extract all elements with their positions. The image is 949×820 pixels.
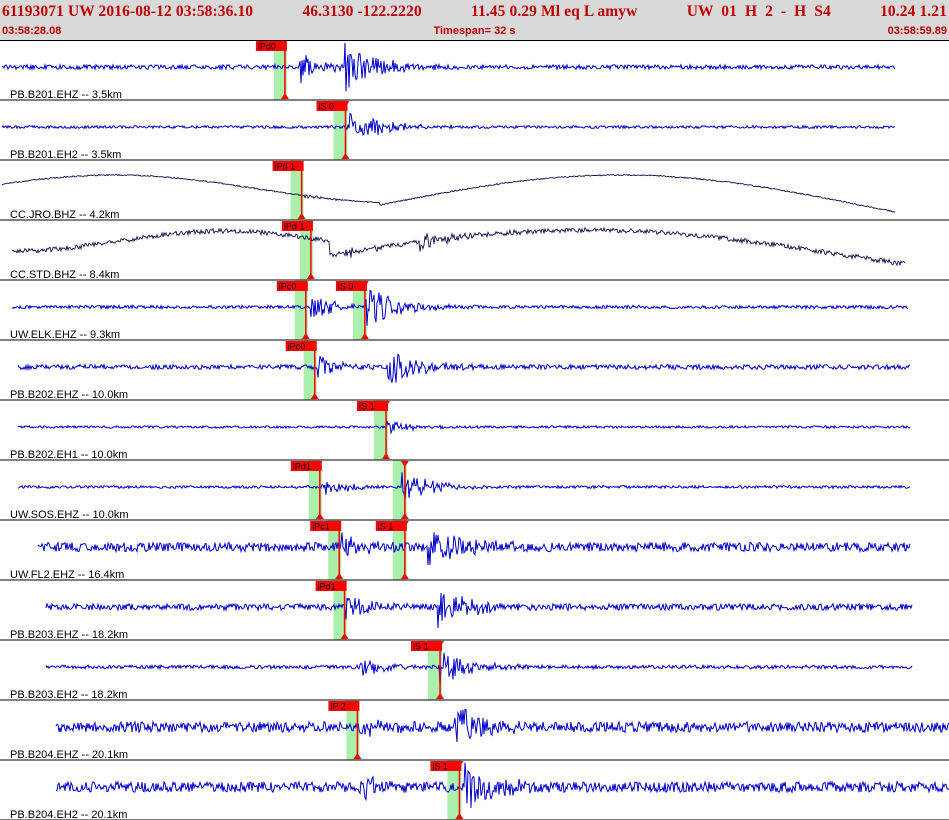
summary-field: 0.29 [509, 3, 538, 20]
summary-field: 1.21 [919, 3, 947, 20]
waveform-trace [45, 652, 913, 686]
waveform-trace [55, 708, 949, 743]
pick-label: iPc1 [312, 522, 330, 532]
summary-field: 2 [765, 3, 773, 20]
waveform-trace [37, 532, 911, 566]
trace-row[interactable]: iS 0 PB.B201.EH2 -- 3.5km [1, 100, 896, 161]
waveform-trace [1, 173, 896, 213]
summary-field: Ml [541, 3, 561, 20]
waveform-trace [55, 762, 949, 809]
summary-field: S4 [814, 3, 831, 20]
waveform-trace [1, 112, 896, 136]
pick-label: iS 1 [359, 402, 375, 412]
trace-row[interactable]: iPc0 PB.B202.EHZ -- 10.0km [10, 340, 911, 401]
trace-row[interactable]: iS 1 PB.B202.EH1 -- 10.0km [10, 400, 911, 461]
trace-row[interactable]: iPd1 PB.B203.EHZ -- 18.2km [10, 580, 913, 641]
summary-group: 46.3130 -122.2220 [302, 3, 421, 21]
pick-label: iS 0 [319, 102, 335, 112]
pick-label: iPd 1 [275, 162, 296, 172]
waveform-trace [11, 226, 906, 267]
summary-field: 46.3130 [302, 3, 354, 20]
summary-group: 11.45 0.29 Ml eq L amyw [471, 3, 637, 21]
summary-field: H [744, 3, 758, 20]
station-label: PB.B201.EHZ -- 3.5km [10, 89, 122, 101]
summary-field: 03:58:36.10 [175, 3, 254, 20]
summary-field: eq [564, 3, 580, 20]
summary-group: 61193071 UW 2016-08-12 03:58:36.10 [2, 3, 253, 21]
summary-field: 2016-08-12 [98, 3, 172, 20]
trace-row[interactable]: iPd0 PB.B201.EHZ -- 3.5km [1, 40, 896, 101]
pick-label: iPd 1 [284, 222, 305, 232]
pick-label: iS 0 [338, 282, 354, 292]
end-time: 03:58:59.89 [887, 25, 947, 37]
pick-label: iS 1 [413, 642, 429, 652]
summary-field: amyw [597, 3, 638, 20]
station-label: CC.STD.BHZ -- 8.4km [10, 269, 119, 281]
pick-label: iS 1 [432, 762, 448, 772]
waveform-trace [11, 289, 909, 326]
waveform-trace [17, 421, 911, 435]
pick-label: iPd1 [318, 582, 336, 592]
station-label: PB.B201.EH2 -- 3.5km [10, 149, 121, 161]
summary-field: - [780, 3, 787, 20]
pick-label: iS 1 [378, 522, 394, 532]
summary-field: 61193071 [2, 3, 64, 20]
station-label: PB.B202.EHZ -- 10.0km [10, 389, 128, 401]
timespan-label: Timespan= 32 s [433, 25, 516, 37]
event-summary-line: 61193071 UW 2016-08-12 03:58:36.10 46.313… [2, 1, 947, 23]
summary-field: -122.2220 [357, 3, 422, 20]
pick-label: iPd0 [258, 42, 276, 52]
trace-row[interactable]: iPc1 iS 1 UW.FL2.EHZ -- 16.4km [10, 520, 911, 581]
trace-row[interactable]: iPd 1 CC.JRO.BHZ -- 4.2km [1, 160, 896, 221]
pick-label: iPd1 [293, 462, 311, 472]
station-label: PB.B202.EH1 -- 10.0km [10, 449, 127, 461]
summary-field: UW [686, 3, 714, 20]
seismogram-viewer: 61193071 UW 2016-08-12 03:58:36.10 46.313… [0, 0, 949, 820]
station-label: UW.FL2.EHZ -- 16.4km [10, 569, 124, 581]
summary-field: H [794, 3, 807, 20]
station-label: PB.B203.EH2 -- 18.2km [10, 689, 127, 701]
trace-row[interactable]: iPd 1 CC.STD.BHZ -- 8.4km [10, 220, 906, 281]
station-label: UW.ELK.EHZ -- 9.3km [10, 329, 120, 341]
pick-label: iPc0 [279, 282, 297, 292]
station-label: PB.B203.EHZ -- 18.2km [10, 629, 128, 641]
station-label: CC.JRO.BHZ -- 4.2km [10, 209, 119, 221]
trace-row[interactable]: iPd1 UW.SOS.EHZ -- 10.0km [10, 460, 911, 521]
trace-row[interactable]: iP 2 PB.B204.EHZ -- 20.1km [10, 700, 949, 761]
summary-group: UW 01 H 2 - H S4 [687, 3, 831, 21]
station-label: UW.SOS.EHZ -- 10.0km [10, 509, 129, 521]
waveform-panel[interactable]: iPd0 PB.B201.EHZ -- 3.5km iS 0 PB.B201.EH2 … [0, 40, 949, 820]
summary-field: 10.24 [880, 3, 916, 20]
waveform-trace [17, 472, 911, 501]
station-label: PB.B204.EH2 -- 20.1km [10, 809, 127, 820]
summary-group: 10.24 1.21 [880, 3, 947, 21]
waveform-trace [45, 592, 913, 629]
time-range-bar: 03:58:28.08 Timespan= 32 s 03:58:59.89 [2, 25, 947, 39]
event-header: 61193071 UW 2016-08-12 03:58:36.10 46.313… [0, 0, 949, 40]
pick-label: iP 2 [330, 702, 345, 712]
waveform-trace [1, 42, 896, 92]
summary-field: 01 [721, 3, 737, 20]
waveform-trace [17, 353, 911, 383]
trace-row[interactable]: iPc0 iS 0 UW.ELK.EHZ -- 9.3km [10, 280, 909, 341]
summary-field: UW [67, 3, 95, 20]
summary-field: L [583, 3, 594, 20]
summary-field: 11.45 [470, 3, 506, 20]
trace-row[interactable]: iS 1 PB.B203.EH2 -- 18.2km [10, 640, 913, 701]
trace-row[interactable]: iS 1 PB.B204.EH2 -- 20.1km [10, 760, 949, 820]
station-label: PB.B204.EHZ -- 20.1km [10, 749, 128, 761]
pick-label: iPc0 [288, 342, 306, 352]
